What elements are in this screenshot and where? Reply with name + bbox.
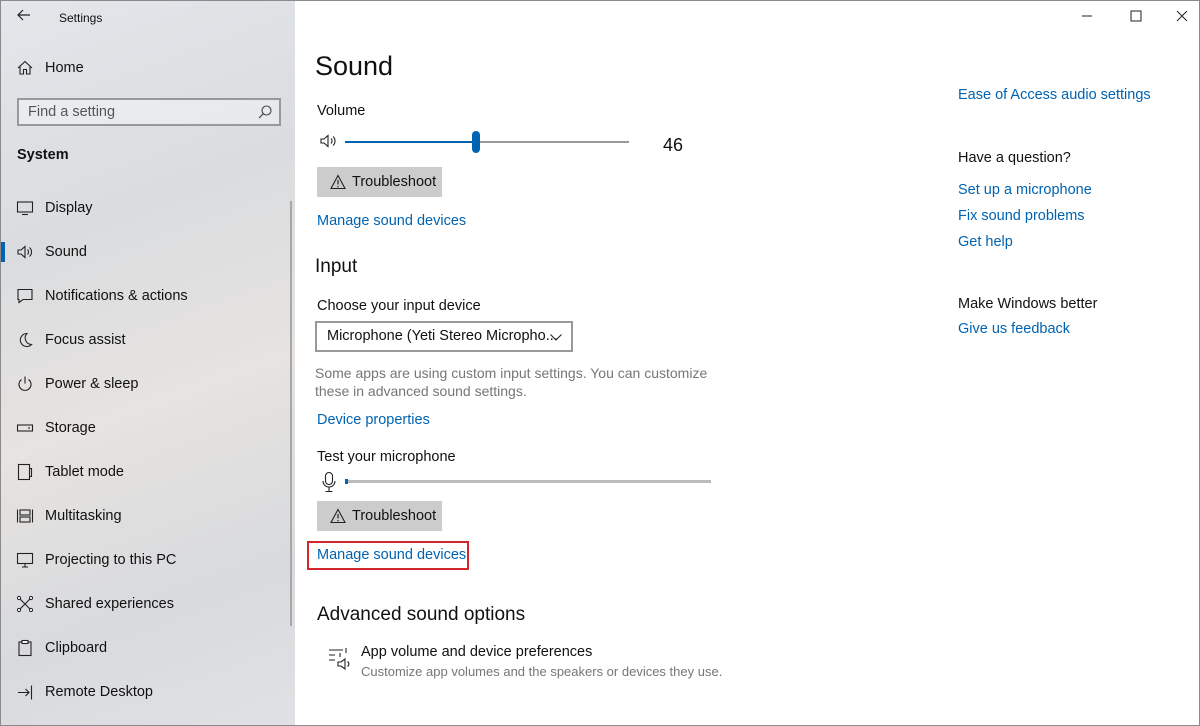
microphone-level-track [345, 480, 711, 483]
input-device-dropdown[interactable]: Microphone (Yeti Stereo Micropho... [315, 321, 573, 352]
app-title: Settings [59, 11, 103, 25]
give-feedback-link[interactable]: Give us feedback [958, 321, 1070, 337]
volume-label: Volume [317, 103, 366, 119]
back-arrow-icon[interactable] [13, 7, 35, 29]
test-microphone-label: Test your microphone [317, 449, 456, 465]
fix-sound-problems-link[interactable]: Fix sound problems [958, 208, 1085, 224]
ease-of-access-audio-link[interactable]: Ease of Access audio settings [958, 87, 1151, 103]
sidebar-item-label: Sound [45, 244, 87, 260]
sidebar-item-label: Display [45, 200, 93, 216]
power-icon [16, 375, 34, 393]
microphone-level-fill [345, 479, 348, 484]
troubleshoot-label: Troubleshoot [352, 508, 437, 524]
chevron-down-icon [549, 330, 563, 342]
home-label: Home [45, 60, 84, 76]
sidebar-item-storage[interactable]: Storage [1, 406, 295, 450]
sidebar-item-multitasking[interactable]: Multitasking [1, 494, 295, 538]
speaker-icon [16, 243, 34, 261]
home-nav-item[interactable]: Home [1, 55, 295, 83]
advanced-heading: Advanced sound options [317, 604, 526, 625]
mixer-icon [327, 646, 351, 671]
sidebar-item-focus-assist[interactable]: Focus assist [1, 318, 295, 362]
projecting-icon [16, 551, 34, 569]
sidebar-item-label: Shared experiences [45, 596, 174, 612]
input-help-text: Some apps are using custom input setting… [315, 365, 708, 399]
sidebar-item-label: Notifications & actions [45, 288, 188, 304]
main-content: Sound Volume 46 Troubleshoot Manage soun… [295, 1, 1199, 725]
microphone-icon [321, 471, 337, 493]
setup-microphone-link[interactable]: Set up a microphone [958, 182, 1092, 198]
sidebar-item-shared-experiences[interactable]: Shared experiences [1, 582, 295, 626]
troubleshoot-button[interactable]: Troubleshoot [317, 167, 442, 197]
titlebar: Settings [1, 1, 295, 35]
warning-icon [330, 508, 346, 524]
sidebar-item-display[interactable]: Display [1, 186, 295, 230]
home-icon [16, 59, 34, 77]
sidebar-item-label: Focus assist [45, 332, 126, 348]
sidebar-nav: Display Sound Notifications & actions Fo… [1, 186, 295, 714]
warning-icon [330, 174, 346, 190]
device-properties-link[interactable]: Device properties [317, 412, 430, 428]
sidebar-item-label: Remote Desktop [45, 684, 153, 700]
clipboard-icon [16, 639, 34, 657]
sidebar-scrollbar[interactable] [290, 201, 292, 626]
speaker-icon[interactable] [319, 131, 339, 151]
notification-icon [16, 287, 34, 305]
display-icon [16, 199, 34, 217]
close-button[interactable] [1171, 7, 1193, 29]
page-title: Sound [315, 51, 394, 81]
sidebar-item-label: Multitasking [45, 508, 122, 524]
question-heading: Have a question? [958, 150, 1071, 166]
app-volume-link[interactable]: App volume and device preferences [361, 644, 592, 660]
sidebar-item-sound[interactable]: Sound [1, 230, 295, 274]
sidebar-item-label: Power & sleep [45, 376, 139, 392]
volume-slider-thumb[interactable] [472, 131, 480, 153]
search-placeholder: Find a setting [28, 104, 116, 120]
choose-input-label: Choose your input device [317, 298, 481, 314]
volume-slider-fill [345, 141, 476, 143]
tablet-icon [16, 463, 34, 481]
sidebar-item-projecting[interactable]: Projecting to this PC [1, 538, 295, 582]
maximize-button[interactable] [1125, 7, 1147, 29]
section-title: System [17, 147, 69, 163]
input-troubleshoot-button[interactable]: Troubleshoot [317, 501, 442, 531]
sidebar-item-tablet-mode[interactable]: Tablet mode [1, 450, 295, 494]
minimize-button[interactable] [1076, 7, 1098, 29]
sidebar-item-remote-desktop[interactable]: Remote Desktop [1, 670, 295, 714]
multitasking-icon [16, 507, 34, 525]
get-help-link[interactable]: Get help [958, 234, 1013, 250]
remote-desktop-icon [16, 683, 34, 701]
input-device-value: Microphone (Yeti Stereo Micropho... [327, 328, 558, 344]
sidebar-item-clipboard[interactable]: Clipboard [1, 626, 295, 670]
input-manage-sound-devices-link[interactable]: Manage sound devices [317, 547, 466, 563]
storage-icon [16, 419, 34, 437]
input-heading: Input [315, 256, 358, 277]
sidebar-item-label: Tablet mode [45, 464, 124, 480]
search-icon[interactable] [257, 104, 273, 120]
sidebar-item-label: Projecting to this PC [45, 552, 177, 568]
settings-window: Settings Home Find a setting System Disp… [0, 0, 1200, 726]
sidebar-item-power-sleep[interactable]: Power & sleep [1, 362, 295, 406]
sidebar-item-label: Clipboard [45, 640, 108, 656]
sidebar-item-label: Storage [45, 420, 96, 436]
manage-sound-devices-link[interactable]: Manage sound devices [317, 213, 466, 229]
app-volume-description: Customize app volumes and the speakers o… [361, 664, 723, 679]
search-input[interactable]: Find a setting [17, 98, 281, 126]
shared-icon [16, 595, 34, 613]
sidebar: Settings Home Find a setting System Disp… [1, 1, 295, 725]
sidebar-item-notifications[interactable]: Notifications & actions [1, 274, 295, 318]
make-windows-better-heading: Make Windows better [958, 296, 1098, 312]
moon-icon [16, 331, 34, 349]
troubleshoot-label: Troubleshoot [352, 174, 437, 190]
volume-value: 46 [663, 135, 684, 155]
